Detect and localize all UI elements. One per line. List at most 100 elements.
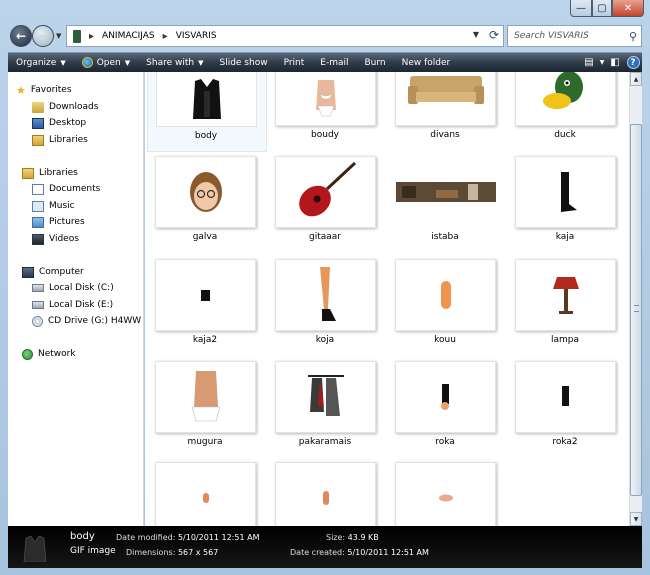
print-button[interactable]: Print [276, 53, 313, 72]
nav-item-favorites[interactable]: ★ Favorites [16, 82, 72, 98]
forward-icon: → [37, 29, 49, 43]
file-item[interactable]: duck [507, 72, 627, 152]
burn-label: Burn [364, 57, 386, 68]
file-name: galva [192, 232, 218, 242]
nav-item-libraries-fav[interactable]: Libraries [32, 132, 88, 148]
scroll-up-button[interactable]: ▲ [630, 72, 642, 86]
address-bar[interactable]: ▸ ANIMACIJAS ▸ VISVARIS ▼ ⟳ [66, 25, 504, 47]
file-item[interactable]: gitaaar [267, 154, 387, 254]
nav-label: Local Disk (C:) [49, 283, 114, 293]
head-icon [189, 172, 222, 212]
nav-item-libraries[interactable]: Libraries [22, 165, 78, 181]
nav-label: Downloads [49, 102, 99, 112]
breadcrumb: ▸ ANIMACIJAS ▸ VISVARIS [89, 31, 217, 42]
open-label: Open [96, 57, 121, 68]
nav-item-disk-e[interactable]: Local Disk (E:) [32, 297, 113, 313]
nav-item-documents[interactable]: Documents [32, 181, 100, 197]
command-bar: Organize ▼ Open ▼ Share with ▼ Slide show P… [8, 52, 642, 72]
preview-pane-icon[interactable]: ◧ [606, 54, 624, 72]
breadcrumb-item[interactable]: VISVARIS [176, 31, 217, 41]
recent-pages-dropdown[interactable]: ▼ [56, 32, 61, 40]
file-item[interactable]: galva [147, 154, 267, 254]
file-item[interactable]: body [147, 72, 267, 152]
file-thumbnail [395, 259, 496, 331]
nav-label: Local Disk (E:) [49, 300, 114, 310]
toolbar-right-group: ▤ ▼ ◧ ? [580, 53, 642, 72]
open-button[interactable]: Open ▼ [74, 53, 138, 72]
glove-icon [561, 386, 569, 406]
views-icon[interactable]: ▤ [580, 54, 598, 72]
nav-item-pictures[interactable]: Pictures [32, 214, 85, 230]
boot-icon [560, 172, 577, 212]
vertical-scrollbar[interactable]: ▲ ▼ [629, 72, 642, 526]
email-button[interactable]: E-mail [312, 53, 356, 72]
torso-icon [315, 80, 336, 117]
file-item[interactable]: pakaramais [267, 359, 387, 459]
nav-item-disk-c[interactable]: Local Disk (C:) [32, 280, 114, 296]
organize-label: Organize [16, 57, 57, 68]
file-name: kaja2 [192, 335, 218, 345]
search-input[interactable]: Search VISVARIS [514, 31, 629, 41]
title-bar: — ▢ ✕ [0, 0, 650, 22]
refresh-icon[interactable]: ⟳ [489, 28, 499, 42]
new-folder-button[interactable]: New folder [394, 53, 459, 72]
slide-show-button[interactable]: Slide show [211, 53, 275, 72]
library-icon [22, 167, 34, 179]
nav-label: CD Drive (G:) H4WW [48, 316, 142, 326]
breadcrumb-item[interactable]: ANIMACIJAS [102, 31, 155, 41]
navigation-pane: ★ Favorites Downloads Desktop Libraries L… [8, 72, 144, 526]
lamp-icon [552, 277, 579, 314]
file-item[interactable]: kouu [387, 257, 507, 357]
details-dimensions: Dimensions: 567 x 567 [126, 548, 218, 557]
organize-button[interactable]: Organize ▼ [8, 53, 74, 72]
file-item[interactable]: roka [387, 359, 507, 459]
nav-item-videos[interactable]: Videos [32, 231, 79, 247]
file-item[interactable]: lampa [507, 257, 627, 357]
file-thumbnail [275, 156, 376, 228]
file-thumbnail [275, 72, 376, 126]
close-button[interactable]: ✕ [612, 0, 644, 17]
library-icon [32, 134, 44, 146]
file-item[interactable]: boudy [267, 72, 387, 152]
file-item[interactable]: kaja2 [147, 257, 267, 357]
details-date-created: Date created: 5/10/2011 12:51 AM [290, 548, 429, 557]
views-dropdown[interactable]: ▼ [598, 54, 606, 72]
file-thumbnail [395, 156, 496, 228]
file-item[interactable] [387, 460, 507, 526]
details-value: 5/10/2011 12:51 AM [347, 548, 429, 557]
nav-item-network[interactable]: Network [22, 346, 76, 362]
search-box[interactable]: Search VISVARIS ⚲ [507, 25, 642, 47]
minimize-button[interactable]: — [570, 0, 592, 17]
nav-label: Pictures [49, 217, 85, 227]
file-item[interactable] [147, 460, 267, 526]
nav-item-cd-drive[interactable]: CD Drive (G:) H4WW [32, 313, 141, 329]
nav-item-computer[interactable]: Computer [22, 264, 84, 280]
file-list: body boudy divans duck galva gitaaar ist… [145, 72, 629, 526]
search-icon[interactable]: ⚲ [629, 30, 637, 43]
file-thumbnail [275, 361, 376, 433]
file-item[interactable]: istaba [387, 154, 507, 254]
file-name: kouu [434, 335, 456, 345]
file-thumbnail [515, 156, 616, 228]
share-with-button[interactable]: Share with ▼ [138, 53, 211, 72]
file-item[interactable]: divans [387, 72, 507, 152]
file-item[interactable]: kaja [507, 154, 627, 254]
back-button[interactable]: ← [10, 25, 32, 47]
file-item[interactable]: koja [267, 257, 387, 357]
nav-item-downloads[interactable]: Downloads [32, 99, 98, 115]
help-button[interactable]: ? [624, 54, 642, 72]
file-item[interactable] [267, 460, 387, 526]
file-item[interactable]: roka2 [507, 359, 627, 459]
share-with-label: Share with [146, 57, 195, 68]
nav-item-music[interactable]: Music [32, 198, 75, 214]
leg-icon [319, 267, 336, 321]
shoe-icon [200, 290, 210, 301]
forward-button[interactable]: → [32, 25, 54, 47]
scroll-thumb[interactable] [630, 124, 642, 496]
scroll-down-button[interactable]: ▼ [630, 512, 642, 526]
burn-button[interactable]: Burn [357, 53, 394, 72]
maximize-button[interactable]: ▢ [592, 0, 612, 17]
address-dropdown[interactable]: ▼ [473, 30, 479, 39]
file-item[interactable]: mugura [147, 359, 267, 459]
nav-item-desktop[interactable]: Desktop [32, 115, 86, 131]
